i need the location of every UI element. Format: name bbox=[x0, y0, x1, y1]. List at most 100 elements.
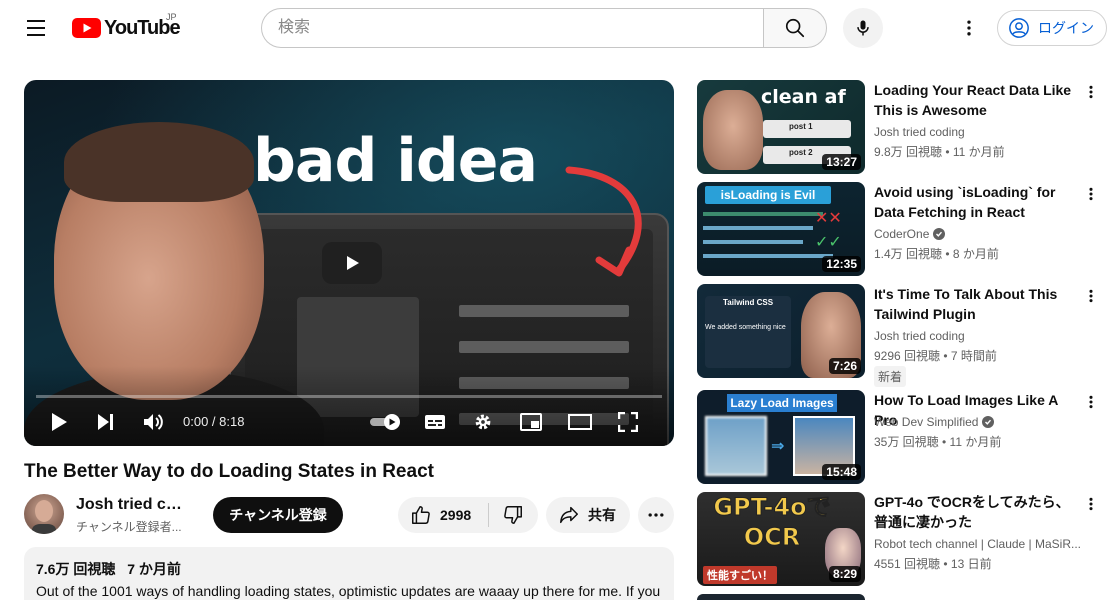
video-thumbnail[interactable]: GPT-4oで OCR 性能すごい！ 8:29 bbox=[697, 492, 865, 586]
settings-more-button[interactable] bbox=[953, 12, 985, 44]
miniplayer-icon bbox=[520, 413, 542, 431]
recommended-video[interactable]: Tailwind CSS We added something nice 7:2… bbox=[697, 284, 1109, 387]
controls-gradient bbox=[24, 366, 674, 446]
dislike-button[interactable] bbox=[489, 497, 537, 533]
thumbnail-subtext: We added something nice bbox=[705, 324, 786, 331]
video-meta: 9.8万 回視聴 • 11 か月前 bbox=[874, 145, 1005, 159]
video-meta: 35万 回視聴 • 11 か月前 bbox=[874, 435, 1002, 449]
horizontal-dots-icon bbox=[648, 513, 664, 517]
theater-mode-icon bbox=[568, 414, 592, 430]
video-player[interactable]: bad idea 0:00 / 8:18 bbox=[24, 80, 674, 446]
description-text: Out of the 1001 ways of handling loading… bbox=[36, 583, 661, 599]
video-duration: 7:26 bbox=[828, 358, 861, 374]
settings-button[interactable] bbox=[470, 410, 496, 434]
video-title[interactable]: It's Time To Talk About This Tailwind Pl… bbox=[874, 284, 1082, 324]
arrow-right-icon: ⇒ bbox=[771, 438, 785, 455]
video-menu-button[interactable] bbox=[1079, 390, 1103, 414]
recommended-video[interactable]: isLoading is Evil ✕✕ ✓✓ 12:35 Avoid usin… bbox=[697, 182, 1109, 276]
login-label: ログイン bbox=[1038, 20, 1094, 36]
youtube-logo[interactable]: YouTube JP bbox=[72, 12, 181, 40]
verified-badge-icon bbox=[982, 416, 995, 428]
verified-badge-icon bbox=[933, 228, 946, 240]
vertical-dots-icon bbox=[1089, 187, 1093, 201]
thumbnail-post-card: post 1 bbox=[763, 120, 851, 138]
volume-icon bbox=[144, 414, 163, 430]
video-thumbnail[interactable]: Tailwind CSS We added something nice 7:2… bbox=[697, 284, 865, 378]
channel-name[interactable]: Josh tried coding bbox=[874, 125, 1084, 139]
search-input[interactable] bbox=[262, 9, 764, 47]
video-title[interactable]: GPT-4o でOCRをしてみたら、普通に凄かった bbox=[874, 492, 1082, 532]
like-count: 2998 bbox=[440, 507, 472, 523]
channel-name[interactable]: Web Dev Simplified bbox=[874, 415, 1084, 429]
video-menu-button[interactable] bbox=[1079, 182, 1103, 206]
avatar-face-icon bbox=[32, 500, 56, 534]
recommended-video[interactable]: GPT-4oで OCR 性能すごい！ 8:29 GPT-4o でOCRをしてみた… bbox=[697, 492, 1109, 586]
thumbnail-text: Lazy Load Images bbox=[727, 394, 837, 412]
video-meta: 4551 回視聴 • 13 日前 bbox=[874, 557, 992, 571]
next-button[interactable] bbox=[93, 410, 119, 434]
video-menu-button[interactable] bbox=[1079, 284, 1103, 308]
channel-name[interactable]: Robot tech channel | Claude | MaSiR... bbox=[874, 537, 1084, 551]
play-icon bbox=[52, 413, 67, 431]
blurred-image bbox=[705, 416, 767, 476]
share-icon bbox=[560, 506, 578, 524]
skip-next-icon bbox=[98, 414, 113, 430]
theater-mode-button[interactable] bbox=[566, 410, 594, 434]
view-count: 7.6万 回視聴 bbox=[36, 561, 116, 577]
video-title[interactable]: Loading Your React Data Like This is Awe… bbox=[874, 80, 1082, 120]
fullscreen-icon bbox=[618, 412, 638, 432]
thumbnail-text: Tailwind CSS bbox=[723, 298, 774, 307]
miniplayer-button[interactable] bbox=[518, 410, 544, 434]
gear-icon bbox=[475, 414, 491, 430]
recommended-video[interactable]: clean af post 1 post 2 13:27 Loading You… bbox=[697, 80, 1109, 174]
video-thumbnail[interactable]: Lazy Load Images ⇒ 15:48 bbox=[697, 390, 865, 484]
like-button[interactable]: 2998 bbox=[398, 497, 488, 533]
channel-name[interactable]: Josh tried co... bbox=[76, 496, 186, 514]
vertical-dots-icon bbox=[1089, 85, 1093, 99]
thumbnail-person-hair bbox=[64, 122, 254, 202]
video-menu-button[interactable] bbox=[1079, 492, 1103, 516]
vertical-dots-icon bbox=[1089, 395, 1093, 409]
channel-avatar[interactable] bbox=[24, 494, 64, 534]
vertical-dots-icon bbox=[1089, 289, 1093, 303]
subtitles-button[interactable] bbox=[422, 410, 448, 434]
description-box[interactable]: 7.6万 回視聴 7 か月前 Out of the 1001 ways of h… bbox=[24, 547, 674, 600]
voice-search-button[interactable] bbox=[843, 8, 883, 48]
recommended-video[interactable]: Lazy Load Images ⇒ 15:48 How To Load Ima… bbox=[697, 390, 1109, 484]
more-actions-button[interactable] bbox=[638, 497, 674, 533]
progress-bar[interactable] bbox=[36, 395, 662, 398]
thumbnail-text: isLoading is Evil bbox=[705, 186, 831, 204]
thumbnail-subtext: 性能すごい！ bbox=[703, 566, 777, 584]
video-menu-button[interactable] bbox=[1079, 80, 1103, 104]
channel-name[interactable]: CoderOne bbox=[874, 227, 1084, 241]
large-play-button[interactable] bbox=[322, 242, 382, 284]
recommended-video-partial[interactable] bbox=[697, 594, 865, 600]
play-icon bbox=[347, 256, 359, 270]
thumbs-down-icon bbox=[504, 506, 522, 524]
like-dislike-group: 2998 bbox=[398, 497, 538, 533]
share-label: 共有 bbox=[588, 507, 616, 523]
video-thumbnail[interactable]: isLoading is Evil ✕✕ ✓✓ 12:35 bbox=[697, 182, 865, 276]
channel-name[interactable]: Josh tried coding bbox=[874, 329, 1084, 343]
thumbnail-text: GPT-4oで OCR bbox=[713, 493, 831, 552]
time-display: 0:00 / 8:18 bbox=[183, 414, 245, 429]
video-thumbnail[interactable]: clean af post 1 post 2 13:27 bbox=[697, 80, 865, 174]
fullscreen-button[interactable] bbox=[615, 410, 641, 434]
guide-menu-button[interactable] bbox=[20, 13, 52, 43]
video-title[interactable]: Avoid using `isLoading` for Data Fetchin… bbox=[874, 182, 1082, 222]
captions-icon bbox=[425, 415, 445, 429]
subscribe-button[interactable]: チャンネル登録 bbox=[213, 497, 343, 533]
masthead: YouTube JP ログイン bbox=[0, 0, 1109, 56]
check-mark-icon: ✓✓ bbox=[815, 234, 842, 251]
search-button[interactable] bbox=[763, 8, 827, 48]
youtube-play-logo-icon bbox=[72, 18, 101, 38]
thumbnail-person bbox=[703, 90, 763, 170]
autoplay-toggle[interactable] bbox=[366, 410, 406, 434]
share-button[interactable]: 共有 bbox=[546, 497, 630, 533]
mute-button[interactable] bbox=[140, 410, 166, 434]
video-meta: 1.4万 回視聴 • 8 か月前 bbox=[874, 247, 999, 261]
play-pause-button[interactable] bbox=[46, 410, 72, 434]
login-button[interactable]: ログイン bbox=[997, 10, 1107, 46]
curved-arrow-icon bbox=[565, 166, 642, 277]
account-circle-icon bbox=[1009, 18, 1029, 38]
